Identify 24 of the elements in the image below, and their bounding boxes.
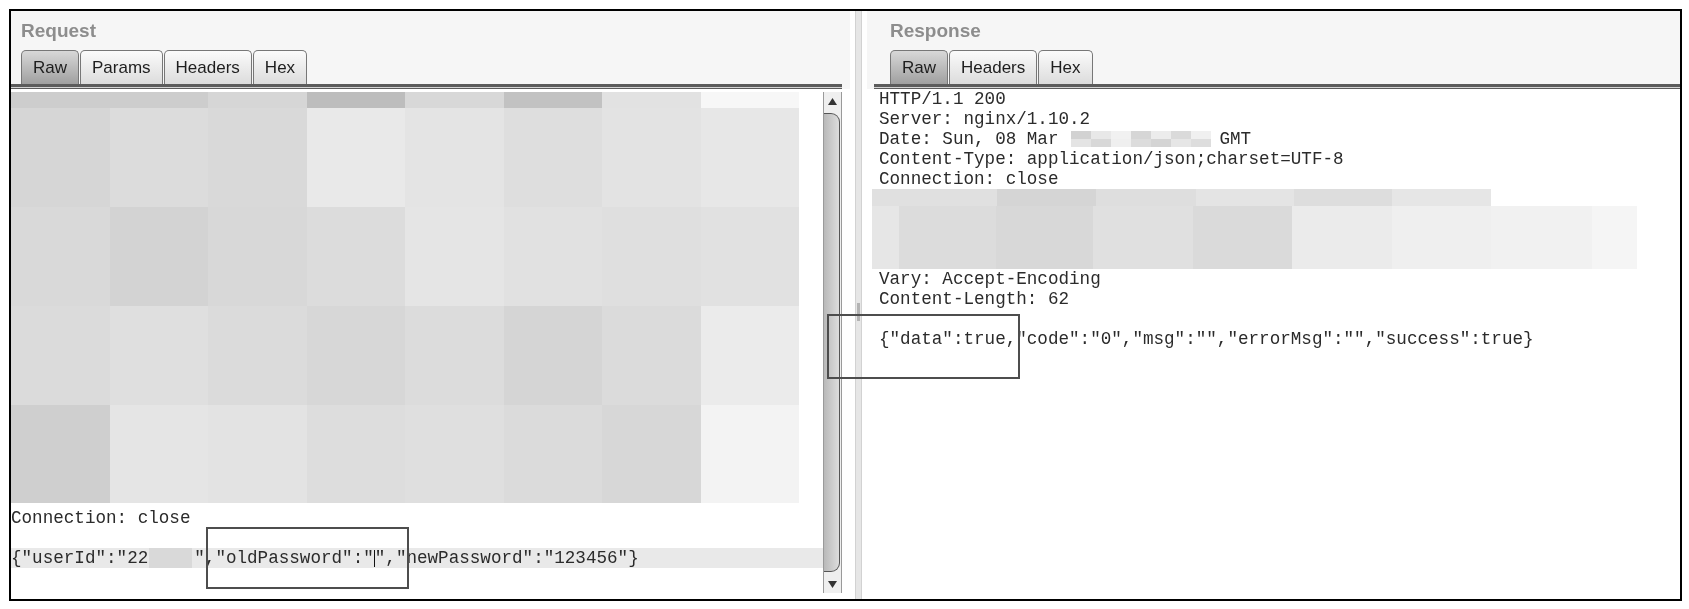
- request-text: {"userId":"22: [11, 548, 149, 568]
- response-text: Content-Length: 62: [878, 289, 1071, 309]
- request-text: Connection: close: [11, 508, 192, 528]
- tab[interactable]: Headers: [949, 50, 1038, 84]
- response-text: HTTP/1.1 200: [878, 89, 1007, 109]
- tab[interactable]: Raw: [890, 50, 948, 84]
- tab[interactable]: Headers: [163, 50, 252, 84]
- redaction-block: [149, 548, 193, 568]
- panel-title: Response: [890, 19, 981, 42]
- tab[interactable]: Raw: [21, 50, 79, 84]
- panel-title: Request: [21, 19, 96, 42]
- response-text: Content-Type: application/json;charset=UTF-8: [878, 149, 1345, 169]
- vertical-scrollbar[interactable]: [823, 92, 842, 593]
- scrollbar-thumb[interactable]: [824, 113, 840, 572]
- response-text: GMT: [1219, 129, 1252, 149]
- response-text: Server: nginx/1.10.2: [878, 109, 1092, 129]
- response-text: Date: Sun, 08 Mar: [879, 129, 1059, 149]
- tab[interactable]: Params: [80, 50, 163, 84]
- tab[interactable]: Hex: [252, 50, 308, 84]
- triangle-down-icon: [828, 580, 837, 588]
- tab[interactable]: Hex: [1038, 50, 1093, 84]
- triangle-up-icon: [828, 97, 837, 105]
- response-text: Connection: close: [878, 169, 1060, 189]
- response-text: Vary: Accept-Encoding: [878, 269, 1102, 289]
